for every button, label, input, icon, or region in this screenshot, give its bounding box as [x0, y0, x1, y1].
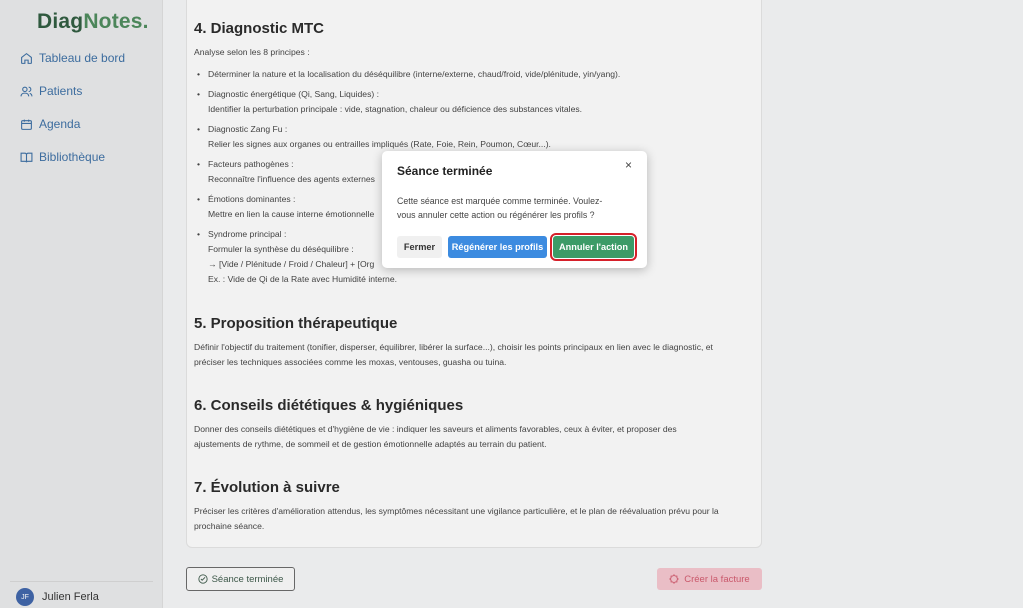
modal-message-line: Cette séance est marquée comme terminée.…	[397, 196, 603, 206]
session-modal: Séance terminée × Cette séance est marqu…	[382, 151, 647, 268]
modal-overlay[interactable]	[0, 0, 1023, 608]
regenerate-profiles-button[interactable]: Régénérer les profils	[448, 236, 547, 258]
modal-message-line: vous annuler cette action ou régénérer l…	[397, 210, 595, 220]
cancel-action-button[interactable]: Annuler l'action	[550, 233, 637, 261]
close-icon[interactable]: ×	[625, 159, 635, 171]
modal-title: Séance terminée	[397, 164, 493, 178]
close-button[interactable]: Fermer	[397, 236, 442, 258]
modal-message: Cette séance est marquée comme terminée.…	[397, 194, 633, 222]
